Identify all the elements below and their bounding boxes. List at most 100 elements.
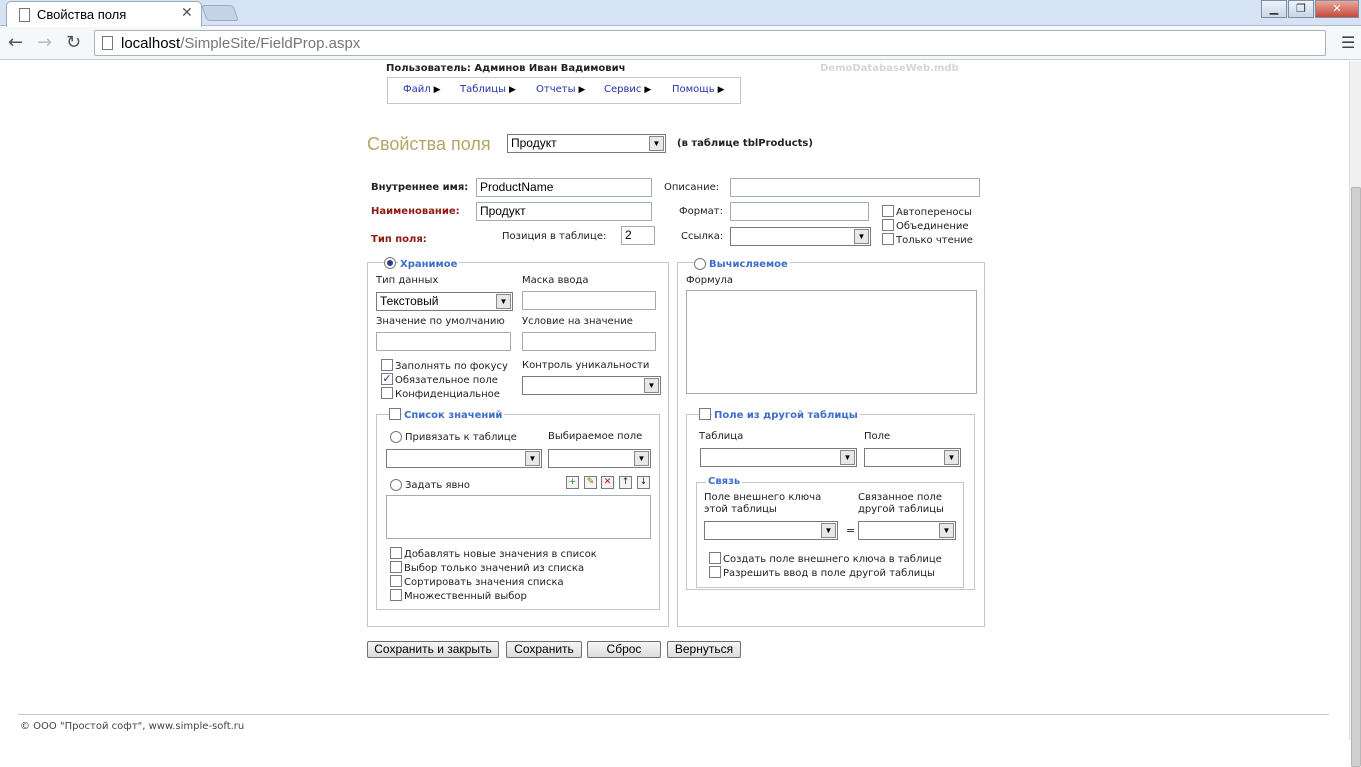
close-window-button[interactable]: ✕ [1315,0,1359,18]
other-field-select[interactable]: ▼ [864,448,961,467]
url-host: localhost [121,35,181,52]
merge-label: Объединение [896,221,969,232]
scrollbar[interactable] [1349,61,1361,767]
value-list-checkbox[interactable] [389,408,401,420]
required-label: Обязательное поле [395,375,498,386]
chevron-down-icon: ▼ [944,450,959,465]
only-list-checkbox[interactable] [390,561,402,573]
forward-arrow-icon[interactable]: → [37,32,52,53]
other-table-select[interactable]: ▼ [700,448,857,467]
menu-icon[interactable]: ☰ [1341,33,1355,52]
fk-select[interactable]: ▼ [704,521,838,540]
input-mask-label: Маска ввода [522,275,589,286]
delete-icon[interactable]: ✕ [601,476,614,489]
explicit-radio[interactable] [390,479,402,491]
select-field-select[interactable]: ▼ [548,449,651,468]
table-label: Таблица [699,431,744,442]
address-bar[interactable]: localhost/SimpleSite/FieldProp.aspx [94,30,1326,56]
back-button[interactable]: Вернуться [667,641,741,658]
caption-label: Наименование: [371,206,460,217]
default-input[interactable] [376,332,511,351]
field-select[interactable]: Продукт ▼ [507,134,666,153]
computed-radio[interactable] [694,258,706,270]
format-input[interactable] [730,202,869,221]
description-label: Описание: [664,182,720,193]
add-icon[interactable]: + [566,476,579,489]
chevron-down-icon: ▼ [840,450,855,465]
field-type-label: Тип поля: [371,234,427,245]
minimize-button[interactable]: ▁ [1261,0,1287,18]
menu-file[interactable]: Файл ▶ [403,84,441,95]
data-type-label: Тип данных [376,275,439,286]
multi-checkbox[interactable] [390,589,402,601]
allow-input-label: Разрешить ввод в поле другой таблицы [723,568,935,579]
description-input[interactable] [730,178,980,197]
bind-table-label: Привязать к таблице [405,432,517,443]
internal-name-label: Внутреннее имя: [371,182,469,193]
caption-input[interactable]: Продукт [476,202,652,221]
close-tab-icon[interactable]: ✕ [181,5,193,21]
maximize-button[interactable]: ❐ [1288,0,1314,18]
create-fk-label: Создать поле внешнего ключа в таблице [723,554,942,565]
move-down-icon[interactable]: ↓ [637,476,650,489]
menu-help[interactable]: Помощь ▶ [672,84,725,95]
save-button[interactable]: Сохранить [506,641,582,658]
bind-table-radio[interactable] [390,431,402,443]
stored-legend: Хранимое [398,259,460,270]
footer-divider [18,714,1329,715]
link-select[interactable]: ▼ [730,227,871,246]
new-tab-button[interactable] [201,5,239,21]
stored-radio[interactable] [384,257,396,269]
chevron-down-icon: ▼ [634,451,649,466]
computed-legend: Вычисляемое [707,259,790,270]
user-label: Пользователь: Админов Иван Вадимович [386,63,626,74]
related-select[interactable]: ▼ [858,521,956,540]
reload-icon[interactable]: ↻ [66,32,81,53]
bind-table-select[interactable]: ▼ [386,449,542,468]
page-icon [102,36,113,50]
required-checkbox[interactable]: ✓ [381,373,393,385]
autowrap-checkbox[interactable] [882,205,894,217]
merge-checkbox[interactable] [882,219,894,231]
scrollbar-thumb[interactable] [1351,187,1361,767]
related-label-1: Связанное поле [858,492,943,503]
menu-service[interactable]: Сервис ▶ [604,84,651,95]
chevron-down-icon: ▼ [854,229,869,244]
fill-focus-checkbox[interactable] [381,359,393,371]
save-close-button[interactable]: Сохранить и закрыть [367,641,499,658]
autowrap-label: Автопереносы [896,207,972,218]
page-title: Свойства поля [367,134,491,154]
select-field-label: Выбираемое поле [548,431,643,442]
chevron-down-icon: ▼ [644,378,659,393]
related-label-2: другой таблицы [858,504,944,515]
validation-input[interactable] [522,332,656,351]
chevron-down-icon: ▼ [496,294,511,309]
explicit-values-list[interactable] [386,495,651,539]
add-new-label: Добавлять новые значения в список [404,549,597,560]
internal-name-input[interactable]: ProductName [476,178,652,197]
other-table-checkbox[interactable] [699,408,711,420]
menu-reports[interactable]: Отчеты ▶ [536,84,585,95]
allow-input-checkbox[interactable] [709,566,721,578]
input-mask-input[interactable] [522,291,656,310]
database-name: DemoDatabaseWeb.mdb [820,63,959,74]
data-type-select[interactable]: Текстовый ▼ [376,292,513,311]
readonly-checkbox[interactable] [882,233,894,245]
url-path: /SimpleSite/FieldProp.aspx [180,35,361,52]
explicit-label: Задать явно [405,480,471,491]
back-arrow-icon[interactable]: ← [8,32,23,53]
formula-textarea[interactable] [686,290,977,394]
menu-tables[interactable]: Таблицы ▶ [460,84,516,95]
link-legend: Связь [706,476,743,487]
sort-checkbox[interactable] [390,575,402,587]
reset-button[interactable]: Сброс [587,641,661,658]
browser-tab[interactable]: Свойства поля ✕ [6,1,202,27]
create-fk-checkbox[interactable] [709,552,721,564]
move-up-icon[interactable]: ↑ [619,476,632,489]
only-list-label: Выбор только значений из списка [404,563,585,574]
edit-icon[interactable]: ✎ [584,476,597,489]
confidential-checkbox[interactable] [381,387,393,399]
position-input[interactable]: 2 [621,226,655,245]
unique-select[interactable]: ▼ [522,376,661,395]
add-new-checkbox[interactable] [390,547,402,559]
